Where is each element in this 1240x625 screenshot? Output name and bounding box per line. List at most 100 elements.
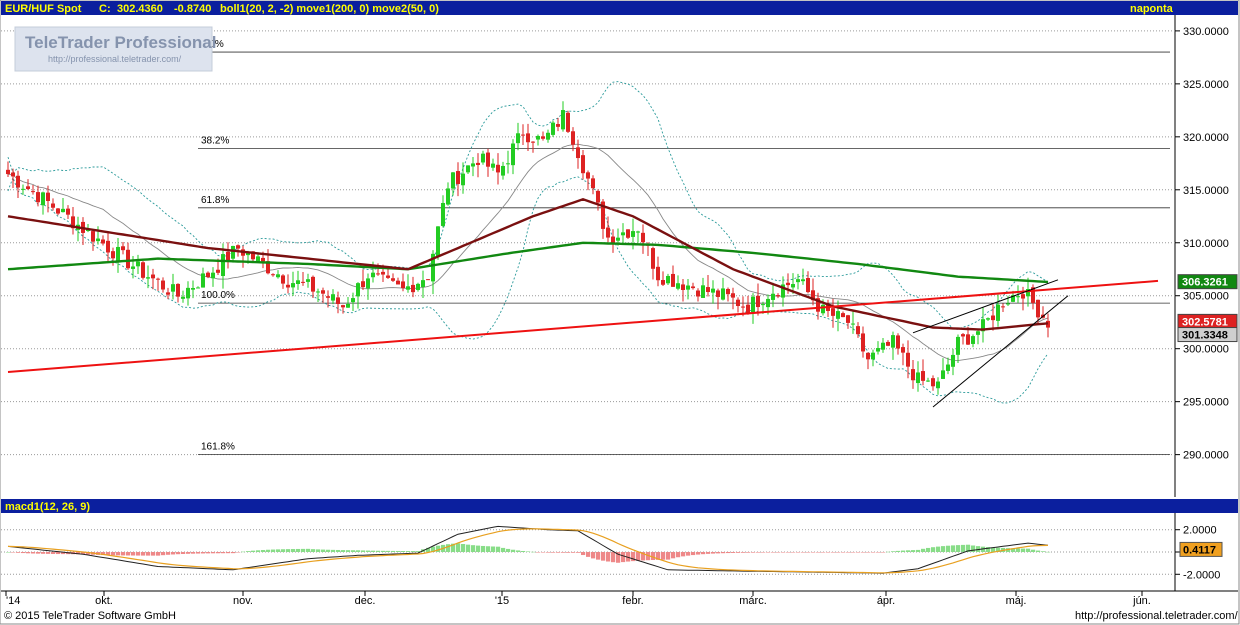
candle-body <box>936 381 940 389</box>
candle-body <box>21 188 25 190</box>
candle-body <box>411 284 415 293</box>
candle-body <box>51 203 55 208</box>
macd-histogram-bar <box>916 549 921 552</box>
candle-body <box>686 285 690 290</box>
macd-histogram-bar <box>51 552 56 554</box>
macd-histogram-bar <box>731 552 736 553</box>
candle-body <box>356 283 360 297</box>
time-tick-label: nov. <box>233 595 253 607</box>
macd-histogram-bar <box>6 552 11 553</box>
macd-histogram-bar <box>596 552 601 560</box>
macd-histogram-bar <box>111 552 116 556</box>
macd-histogram-bar <box>851 552 856 553</box>
macd-histogram-bar <box>886 551 891 553</box>
macd-histogram-bar <box>36 552 41 554</box>
macd-histogram-bar <box>411 551 416 552</box>
candle-body <box>671 273 675 287</box>
watermark-url: http://professional.teletrader.com/ <box>48 54 182 64</box>
macd-histogram-bar <box>601 552 606 561</box>
chart-header: EUR/HUF Spot C: 302.4360 -0.8740 boll1(2… <box>1 1 1238 15</box>
candle-body <box>311 276 315 292</box>
candle-body <box>946 364 950 371</box>
candle-body <box>726 288 730 295</box>
candle-body <box>96 238 100 242</box>
macd-histogram-bar <box>381 550 386 552</box>
candle-body <box>611 236 615 244</box>
candle-body <box>911 369 915 381</box>
candle-body <box>496 164 500 173</box>
macd-histogram-bar <box>471 545 476 552</box>
macd-histogram-bar <box>951 545 956 552</box>
candle-body <box>516 133 520 144</box>
macd-histogram-bar <box>406 551 411 552</box>
macd-histogram-bar <box>316 549 321 552</box>
candle-body <box>836 311 840 319</box>
macd-histogram-bar <box>866 552 871 553</box>
macd-histogram-bar <box>336 549 341 552</box>
macd-histogram-bar <box>836 552 841 553</box>
candle-body <box>651 248 655 269</box>
macd-histogram-bar <box>726 552 731 554</box>
candle-body <box>821 304 825 314</box>
macd-histogram-bar <box>666 552 671 560</box>
candle-body <box>776 295 780 297</box>
macd-histogram-bar <box>56 552 61 555</box>
candle-body <box>546 132 550 140</box>
macd-histogram-bar <box>701 552 706 555</box>
macd-histogram-bar <box>571 552 576 553</box>
macd-histogram-bar <box>1016 548 1021 552</box>
macd-histogram-bar <box>116 552 121 556</box>
macd-histogram-bar <box>926 547 931 552</box>
macd-histogram-bar <box>716 552 721 554</box>
macd-tick-label: -2.0000 <box>1183 569 1220 581</box>
candle-body <box>596 190 600 203</box>
macd-histogram-bar <box>546 552 551 553</box>
macd-histogram-bar <box>506 548 511 552</box>
macd-histogram-bar <box>971 545 976 552</box>
candle-body <box>556 124 560 127</box>
macd-histogram-bar <box>176 552 181 555</box>
price-tick-label: 330.0000 <box>1183 26 1229 38</box>
time-tick-label: '14 <box>6 595 20 607</box>
macd-histogram-bar <box>346 550 351 552</box>
candle-body <box>26 186 30 189</box>
candle-body <box>786 282 790 286</box>
candle-body <box>456 171 460 185</box>
macd-histogram-bar <box>296 548 301 552</box>
candle-body <box>291 283 295 288</box>
candle-body <box>156 278 160 280</box>
candle-body <box>921 371 925 381</box>
macd-histogram-bar <box>191 552 196 554</box>
macd-histogram-bar <box>266 549 271 552</box>
macd-histogram-bar <box>141 552 146 556</box>
candle-body <box>136 261 140 267</box>
time-tick-label: '15 <box>495 595 509 607</box>
macd-histogram-bar <box>521 550 526 552</box>
candle-body <box>66 208 70 215</box>
macd-histogram-bar <box>921 548 926 552</box>
macd-histogram-bar <box>591 552 596 559</box>
macd-histogram-bar <box>621 552 626 563</box>
price-plot-area <box>1 15 1175 497</box>
candle-body <box>676 283 680 289</box>
macd-histogram-bar <box>806 552 811 553</box>
macd-histogram-bar <box>21 552 26 554</box>
candle-body <box>971 336 975 344</box>
candle-body <box>931 378 935 387</box>
candle-body <box>801 279 805 282</box>
candle-body <box>201 273 205 288</box>
candle-body <box>896 335 900 349</box>
candle-body <box>361 281 365 288</box>
candle-body <box>401 281 405 289</box>
macd-histogram-bar <box>861 552 866 553</box>
candle-body <box>691 286 695 289</box>
candle-body <box>216 269 220 273</box>
price-tick-label: 310.0000 <box>1183 238 1229 250</box>
macd-histogram-bar <box>271 549 276 552</box>
macd-histogram-bar <box>386 550 391 552</box>
macd-histogram-bar <box>306 548 311 552</box>
macd-histogram-bar <box>801 552 806 553</box>
macd-histogram-bar <box>816 552 821 553</box>
macd-histogram-bar <box>161 552 166 556</box>
macd-histogram-bar <box>741 552 746 553</box>
